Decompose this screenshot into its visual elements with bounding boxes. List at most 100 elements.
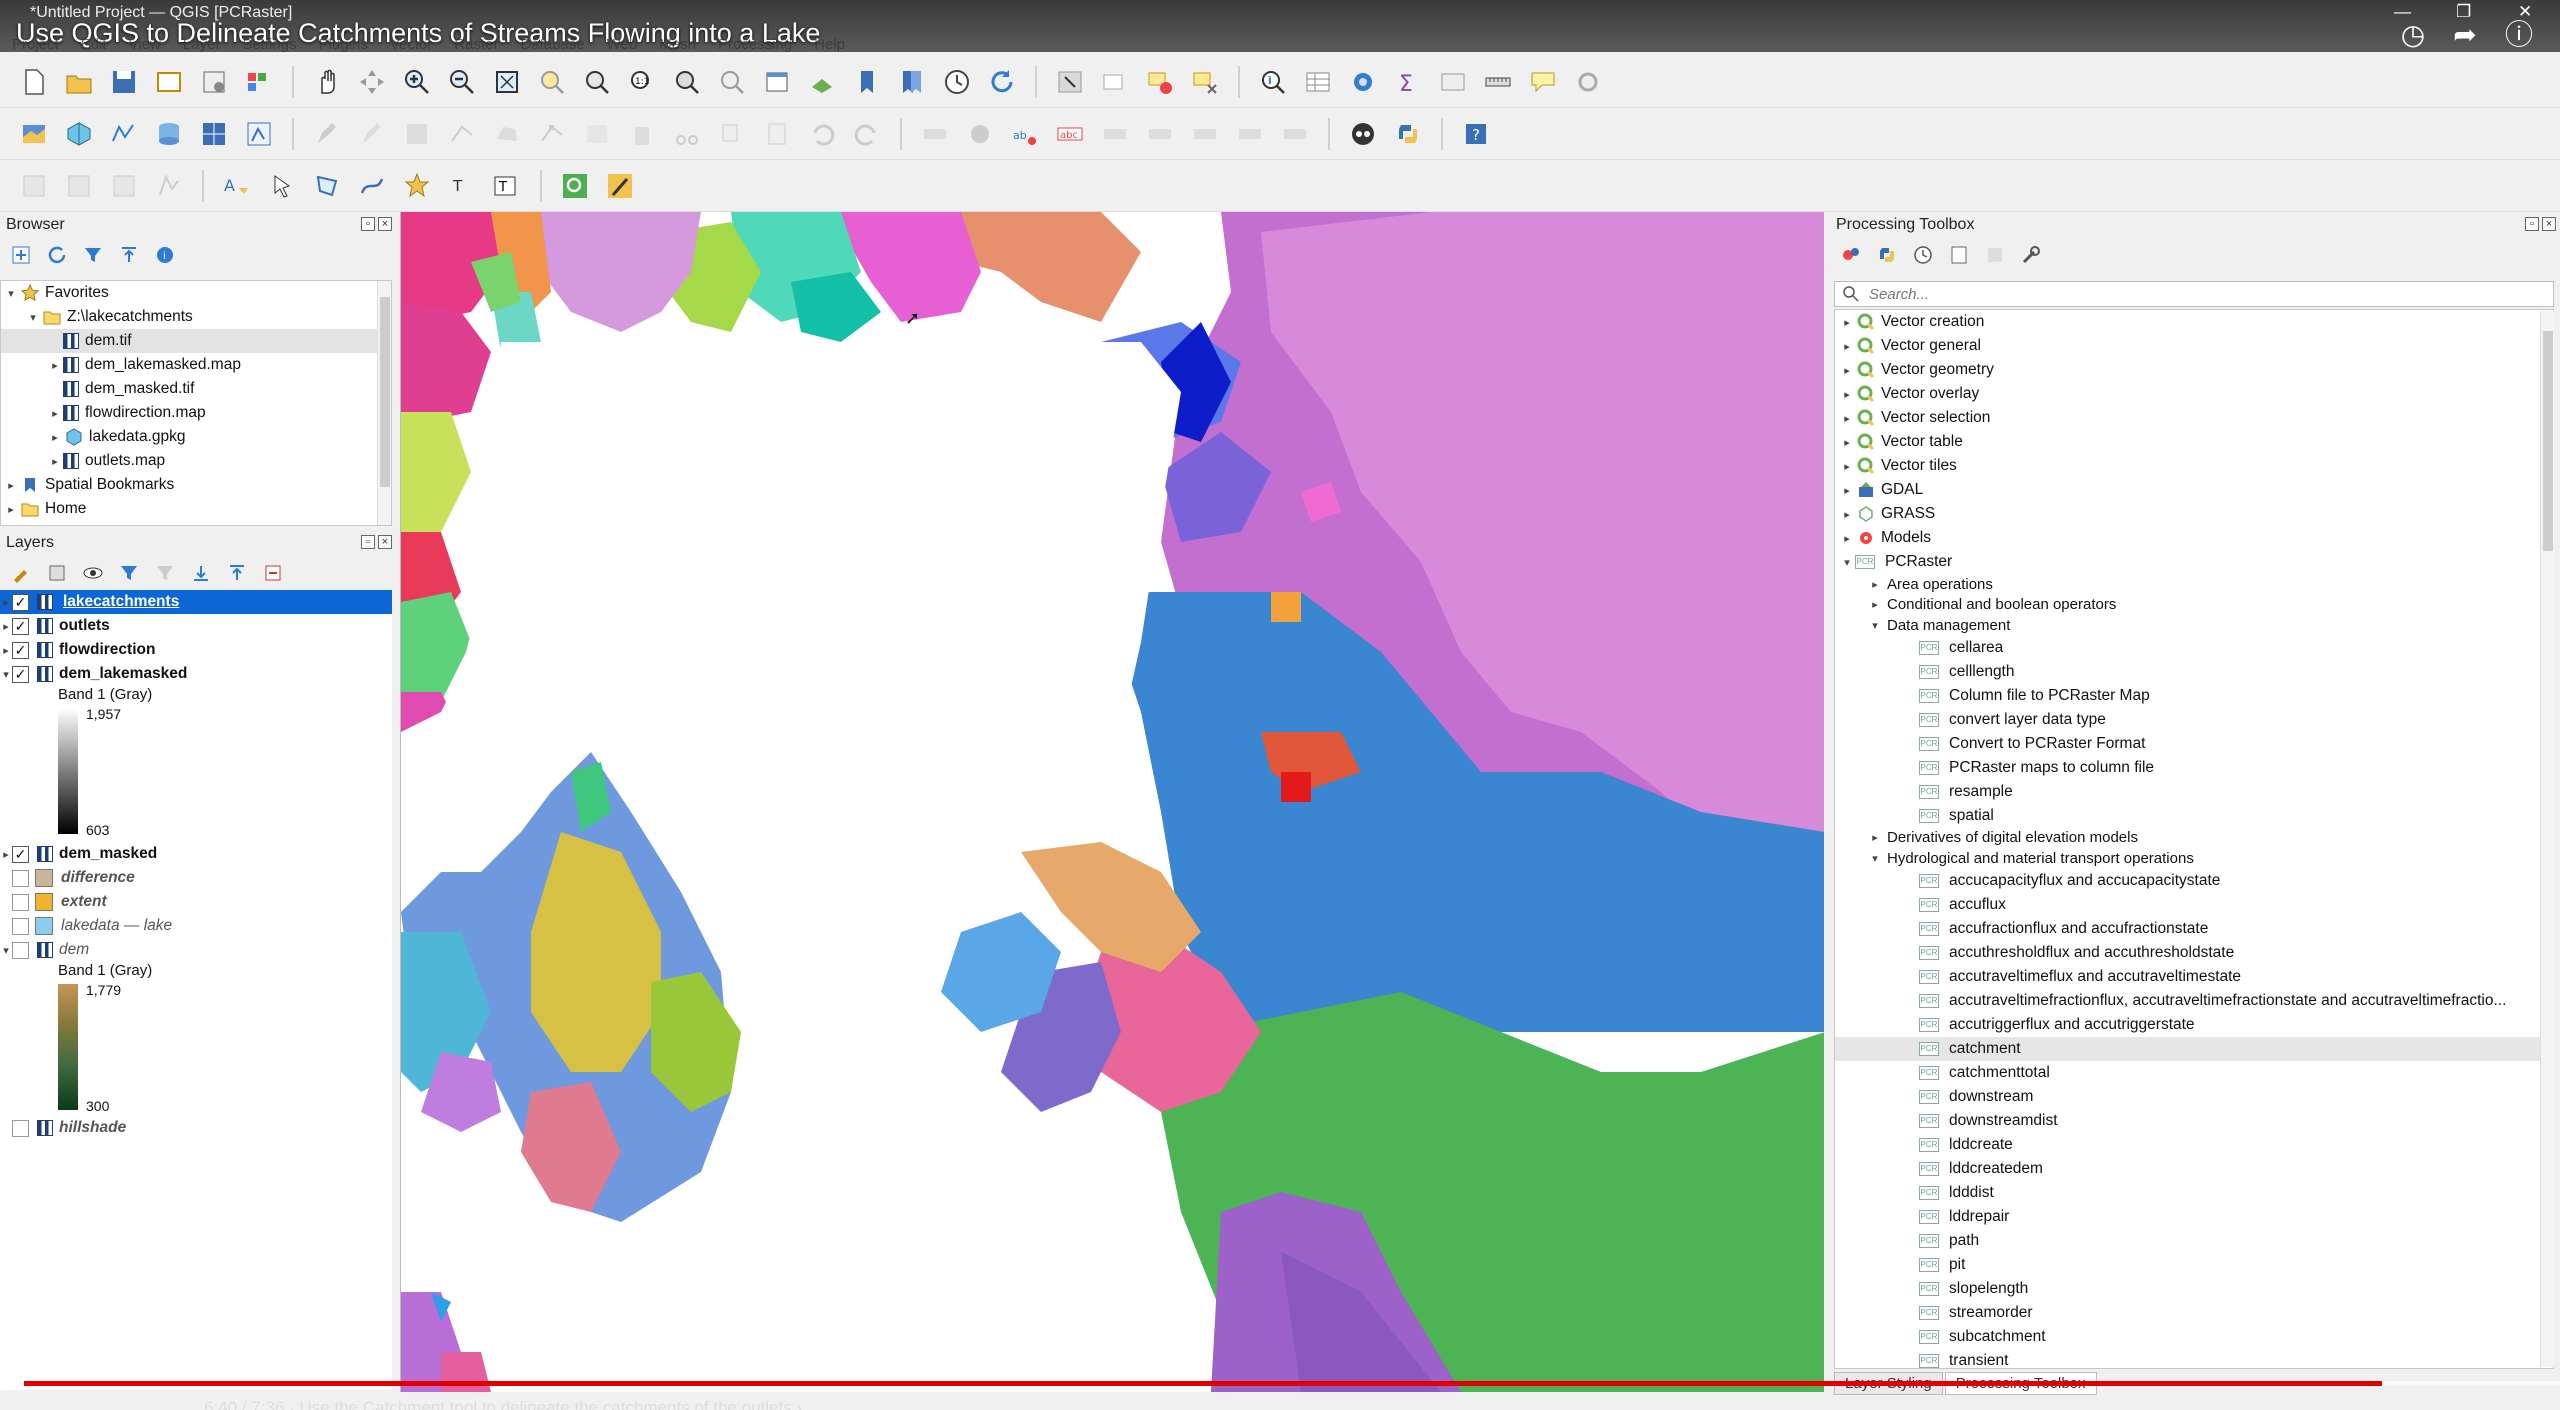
paste-features-icon[interactable] [759,116,795,152]
delete-selected-icon[interactable] [624,116,660,152]
layer-row-lakecatchments[interactable]: ▸ ✓ lakecatchments [0,590,392,614]
pcraster-algorithm[interactable]: PCR spatial [1835,804,2553,828]
pcraster-algorithm[interactable]: PCR lddcreatedem [1835,1157,2553,1181]
pcraster-algorithm[interactable]: PCR catchment [1835,1036,2553,1061]
new-temporary-layer-icon[interactable] [241,116,277,152]
zoom-out-icon[interactable] [444,64,480,100]
expand-arrow-icon[interactable]: ▸ [49,455,61,468]
toolbox-group[interactable]: ▸ Vector table [1835,430,2553,454]
toolbox-group[interactable]: ▸ Vector general [1835,334,2553,358]
toolbox-group[interactable]: ▸ GDAL [1835,478,2553,502]
collapse-all-layers-icon[interactable] [224,560,250,586]
layer-labeling-icon[interactable] [962,116,998,152]
pcraster-algorithm[interactable]: PCR cellarea [1835,636,2553,660]
digitize-icon[interactable] [444,116,480,152]
add-selected-layers-icon[interactable] [8,242,34,268]
menu-item[interactable]: Project [12,36,59,54]
layer-visibility-checkbox[interactable] [12,1119,29,1137]
expand-arrow-icon[interactable]: ▸ [1841,484,1853,497]
browser-item[interactable]: ▸ lakedata.gpkg [1,425,391,449]
expand-arrow-icon[interactable]: ▸ [49,359,61,372]
expand-arrow-icon[interactable]: ▸ [1869,831,1881,844]
pcraster-algorithm[interactable]: PCR convert layer data type [1835,708,2553,732]
zoom-full-icon[interactable] [489,64,525,100]
layer-visibility-checkbox[interactable]: ✓ [12,593,29,611]
new-3d-map-icon[interactable] [804,64,840,100]
browser-item[interactable]: dem_masked.tif [1,377,391,401]
layer-visibility-checkbox[interactable] [12,893,29,911]
new-geopackage-icon[interactable] [61,116,97,152]
video-progress-bar[interactable] [24,1381,2560,1386]
add-polygon-icon[interactable] [489,116,525,152]
expand-arrow-icon[interactable]: ▸ [1841,388,1853,401]
attribute-table-icon[interactable] [1300,64,1336,100]
pcraster-algorithm[interactable]: PCR downstream [1835,1085,2553,1109]
identify-icon[interactable]: i [1255,64,1291,100]
collapse-arrow-icon[interactable]: ▾ [5,287,17,300]
toolbox-scrollbar[interactable] [2540,311,2554,1367]
edit-features-in-place-icon[interactable] [1982,242,2008,268]
plugin-eye-icon[interactable] [1345,116,1381,152]
open-layer-styling-icon[interactable] [8,560,34,586]
expand-arrow-icon[interactable]: ▸ [1841,508,1853,521]
label-abc-red-icon[interactable]: abc [1052,116,1088,152]
browser-item[interactable]: ▸ dem_lakemasked.map [1,353,391,377]
layer-row-difference[interactable]: difference [0,866,135,890]
layer-row-flowdirection[interactable]: ▸ ✓ flowdirection [0,638,155,662]
pcraster-algorithm[interactable]: PCR slopelength [1835,1277,2553,1301]
menu-item[interactable]: Edit [81,36,107,54]
advanced-digitizing-icon[interactable] [16,168,52,204]
toolbox-group[interactable]: ▸ Vector creation [1835,310,2553,334]
marker-annotation-icon[interactable] [399,168,435,204]
browser-item[interactable]: ▸ Spatial Bookmarks [1,473,391,497]
menu-item[interactable]: Plugins [319,36,368,54]
collapse-arrow-icon[interactable]: ▾ [1869,619,1881,632]
save-project-icon[interactable] [106,64,142,100]
expand-arrow-icon[interactable]: ▸ [0,620,12,633]
expand-arrow-icon[interactable]: ▸ [1841,316,1853,329]
browser-item[interactable]: dem.tif [1,329,391,353]
expand-arrow-icon[interactable]: ▸ [1869,578,1881,591]
shape-digitizing-icon[interactable] [151,168,187,204]
undo-icon[interactable] [804,116,840,152]
data-source-manager-icon[interactable] [16,116,52,152]
pcraster-algorithm[interactable]: PCR accutraveltimeflux and accutraveltime… [1835,965,2553,989]
text-annotation-icon[interactable]: A [219,168,255,204]
layer-row-dem-masked[interactable]: ▸ ✓ dem_masked [0,842,157,866]
zoom-in-icon[interactable] [399,64,435,100]
point-text-annotation-icon[interactable]: T [444,168,480,204]
show-bookmarks-icon[interactable] [894,64,930,100]
label-toolbar-icon[interactable] [917,116,953,152]
locator-icon[interactable] [1570,64,1606,100]
new-virtual-layer-icon[interactable] [196,116,232,152]
show-hide-labels-icon[interactable] [1142,116,1178,152]
pcraster-algorithm[interactable]: PCR catchmenttotal [1835,1061,2553,1085]
pcraster-algorithm[interactable]: PCR accutraveltimefractionflux, accutrave… [1835,989,2553,1013]
pcraster-subgroup[interactable]: ▸ Conditional and boolean operators [1835,595,2553,616]
change-label-icon[interactable] [1277,116,1313,152]
toolbox-search-input[interactable]: Search... [1834,281,2554,307]
expand-arrow-icon[interactable]: ▸ [1841,340,1853,353]
expand-all-icon[interactable] [188,560,214,586]
pcraster-algorithm[interactable]: PCR Column file to PCRaster Map [1835,684,2553,708]
pcraster-algorithm[interactable]: PCR PCRaster maps to column file [1835,756,2553,780]
collapse-arrow-icon[interactable]: ▾ [27,311,39,324]
layer-row-dem[interactable]: ▾ dem [0,938,89,962]
add-group-icon[interactable] [44,560,70,586]
move-label-icon[interactable] [1187,116,1223,152]
pcraster-algorithm[interactable]: PCR accucapacityflux and accucapacitystat… [1835,869,2553,893]
line-annotation-icon[interactable] [354,168,390,204]
expand-arrow-icon[interactable]: ▸ [49,407,61,420]
models-icon[interactable] [1838,242,1864,268]
pan-to-selection-icon[interactable] [354,64,390,100]
layout-manager-icon[interactable] [196,64,232,100]
expand-arrow-icon[interactable]: ▸ [1841,364,1853,377]
python-console-icon[interactable] [1390,116,1426,152]
menu-item[interactable]: View [129,36,161,54]
expand-arrow-icon[interactable]: ▸ [0,644,12,657]
pcraster-algorithm[interactable]: PCR path [1835,1229,2553,1253]
pcraster-algorithm[interactable]: PCR subcatchment [1835,1325,2553,1349]
refresh-icon[interactable] [984,64,1020,100]
pcraster-algorithm[interactable]: PCR lddrepair [1835,1205,2553,1229]
browser-scrollbar[interactable] [377,281,391,525]
